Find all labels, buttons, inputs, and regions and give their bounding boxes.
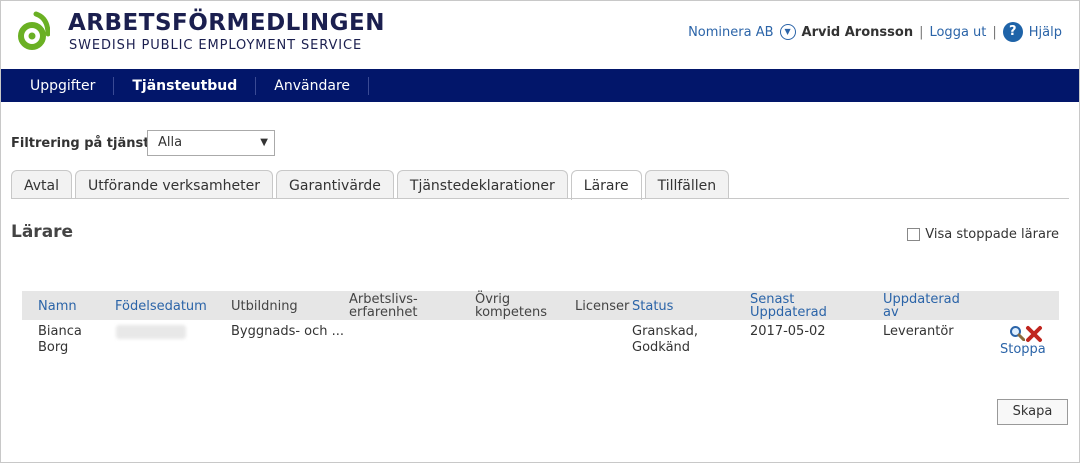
column-header-utbildning: Utbildning: [231, 299, 298, 314]
cell-status-2: Godkänd: [632, 340, 691, 355]
tab-larare[interactable]: Lärare: [570, 170, 642, 200]
filter-value: Alla: [158, 135, 183, 150]
user-name: Arvid Aronsson: [801, 24, 914, 40]
tab-garantivarde[interactable]: Garantivärde: [276, 170, 394, 198]
tab-bar: Avtal Utförande verksamheter Garantivärd…: [11, 170, 730, 200]
tab-tillfallen[interactable]: Tillfällen: [644, 170, 730, 198]
table-header: Namn Födelsedatum Utbildning Arbetslivs-…: [22, 291, 1059, 320]
stop-link[interactable]: Stoppa: [1000, 342, 1046, 357]
column-header-status[interactable]: Status: [632, 300, 673, 313]
cell-senast: 2017-05-02: [750, 324, 826, 339]
logout-link[interactable]: Logga ut: [929, 25, 986, 40]
column-header-fodelsedatum[interactable]: Födelsedatum: [115, 300, 207, 313]
service-filter-select[interactable]: Alla ▼: [147, 130, 275, 156]
show-stopped-checkbox[interactable]: [907, 228, 921, 241]
create-button[interactable]: Skapa: [997, 399, 1068, 425]
cell-uppdaterad-av: Leverantör: [883, 324, 954, 339]
dropdown-arrow-icon: ▼: [260, 137, 268, 148]
tab-avtal[interactable]: Avtal: [11, 170, 72, 198]
brand-name: ARBETSFÖRMEDLINGEN: [68, 10, 385, 36]
chevron-down-icon[interactable]: ▼: [779, 24, 796, 40]
column-header-licenser: Licenser: [575, 299, 630, 314]
arbetsformedlingen-logo-icon: [18, 11, 50, 50]
org-selector[interactable]: Nominera AB: [688, 25, 773, 40]
help-icon[interactable]: ?: [1002, 22, 1023, 42]
column-header-uppdaterad-av-2[interactable]: av: [883, 306, 899, 319]
user-bar: Nominera AB ▼ Arvid Aronsson | Logga ut …: [688, 22, 1062, 42]
main-nav: Uppgifter Tjänsteutbud Användare: [1, 69, 1079, 102]
search-icon[interactable]: [1009, 325, 1025, 341]
show-stopped-toggle[interactable]: Visa stoppade lärare: [907, 227, 1059, 242]
cell-fodelsedatum-redacted: [116, 325, 186, 339]
delete-icon[interactable]: [1025, 325, 1043, 343]
column-header-ovrig-2: kompetens: [475, 305, 548, 320]
column-header-senast-2[interactable]: Uppdaterad: [750, 306, 827, 319]
separator: |: [992, 24, 997, 40]
help-link[interactable]: Hjälp: [1029, 25, 1062, 40]
brand-subtitle: SWEDISH PUBLIC EMPLOYMENT SERVICE: [69, 38, 363, 53]
filter-label: Filtrering på tjänst: [11, 136, 150, 151]
separator: |: [919, 24, 924, 40]
cell-namn-2: Borg: [38, 340, 69, 355]
nav-item-tjansteutbud[interactable]: Tjänsteutbud: [114, 76, 257, 95]
show-stopped-label: Visa stoppade lärare: [925, 227, 1059, 242]
cell-utbildning: Byggnads- och ...: [231, 324, 345, 339]
tab-utforande-verksamheter[interactable]: Utförande verksamheter: [75, 170, 274, 198]
column-header-arbetsliv-2: erfarenhet: [349, 305, 418, 320]
nav-item-uppgifter[interactable]: Uppgifter: [1, 76, 115, 95]
tab-divider: [11, 198, 1069, 199]
nav-item-anvandare[interactable]: Användare: [256, 76, 370, 95]
tab-tjanstedeklarationer[interactable]: Tjänstedeklarationer: [396, 170, 568, 198]
column-header-namn[interactable]: Namn: [38, 300, 77, 313]
section-title: Lärare: [11, 222, 74, 242]
